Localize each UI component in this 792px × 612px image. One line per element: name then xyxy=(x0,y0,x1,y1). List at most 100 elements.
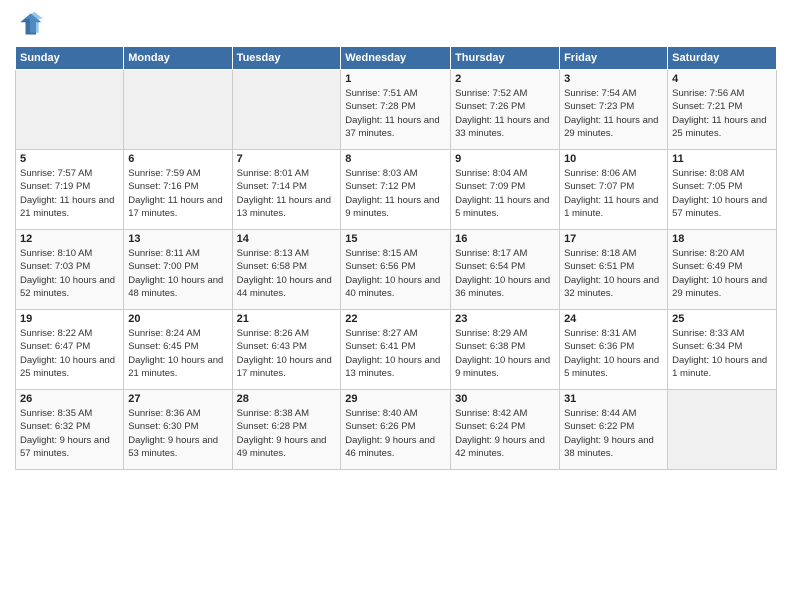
day-of-week-header: Monday xyxy=(124,47,232,70)
day-number: 16 xyxy=(455,233,555,245)
day-number: 24 xyxy=(564,313,663,325)
calendar-day-cell: 22Sunrise: 8:27 AM Sunset: 6:41 PM Dayli… xyxy=(341,310,451,390)
day-info: Sunrise: 8:04 AM Sunset: 7:09 PM Dayligh… xyxy=(455,167,555,220)
day-info: Sunrise: 8:33 AM Sunset: 6:34 PM Dayligh… xyxy=(672,327,772,380)
day-number: 21 xyxy=(237,313,337,325)
day-number: 7 xyxy=(237,153,337,165)
day-number: 12 xyxy=(20,233,119,245)
calendar-week-row: 5 Sunrise: 7:57 AM Sunset: 7:19 PM Daylig… xyxy=(16,150,777,230)
calendar-day-cell xyxy=(16,70,124,150)
day-info: Sunrise: 8:03 AM Sunset: 7:12 PM Dayligh… xyxy=(345,167,446,220)
day-number: 25 xyxy=(672,313,772,325)
day-number: 27 xyxy=(128,393,227,405)
logo-icon xyxy=(15,10,43,38)
calendar-day-cell: 11 Sunrise: 8:08 AM Sunset: 7:05 PM Dayli… xyxy=(668,150,777,230)
calendar-day-cell: 17Sunrise: 8:18 AM Sunset: 6:51 PM Dayli… xyxy=(560,230,668,310)
calendar-day-cell: 5 Sunrise: 7:57 AM Sunset: 7:19 PM Daylig… xyxy=(16,150,124,230)
calendar-day-cell: 8 Sunrise: 8:03 AM Sunset: 7:12 PM Daylig… xyxy=(341,150,451,230)
day-info: Sunrise: 8:31 AM Sunset: 6:36 PM Dayligh… xyxy=(564,327,663,380)
day-info: Sunrise: 8:13 AM Sunset: 6:58 PM Dayligh… xyxy=(237,247,337,300)
calendar-day-cell: 14 Sunrise: 8:13 AM Sunset: 6:58 PM Dayli… xyxy=(232,230,341,310)
day-info: Sunrise: 8:15 AM Sunset: 6:56 PM Dayligh… xyxy=(345,247,446,300)
calendar-day-cell: 7 Sunrise: 8:01 AM Sunset: 7:14 PM Daylig… xyxy=(232,150,341,230)
calendar-day-cell: 10Sunrise: 8:06 AM Sunset: 7:07 PM Dayli… xyxy=(560,150,668,230)
calendar-day-cell xyxy=(124,70,232,150)
day-of-week-header: Wednesday xyxy=(341,47,451,70)
calendar-day-cell: 13 Sunrise: 8:11 AM Sunset: 7:00 PM Dayli… xyxy=(124,230,232,310)
calendar-day-cell: 27Sunrise: 8:36 AM Sunset: 6:30 PM Dayli… xyxy=(124,390,232,470)
day-number: 28 xyxy=(237,393,337,405)
header-row: SundayMondayTuesdayWednesdayThursdayFrid… xyxy=(16,47,777,70)
day-info: Sunrise: 8:24 AM Sunset: 6:45 PM Dayligh… xyxy=(128,327,227,380)
day-number: 6 xyxy=(128,153,227,165)
calendar-day-cell: 21 Sunrise: 8:26 AM Sunset: 6:43 PM Dayli… xyxy=(232,310,341,390)
day-info: Sunrise: 8:06 AM Sunset: 7:07 PM Dayligh… xyxy=(564,167,663,220)
calendar-day-cell xyxy=(232,70,341,150)
day-info: Sunrise: 8:35 AM Sunset: 6:32 PM Dayligh… xyxy=(20,407,119,460)
calendar-day-cell: 15 Sunrise: 8:15 AM Sunset: 6:56 PM Dayli… xyxy=(341,230,451,310)
calendar-day-cell: 1Sunrise: 7:51 AM Sunset: 7:28 PM Daylig… xyxy=(341,70,451,150)
day-of-week-header: Thursday xyxy=(451,47,560,70)
day-info: Sunrise: 8:10 AM Sunset: 7:03 PM Dayligh… xyxy=(20,247,119,300)
calendar-day-cell: 20 Sunrise: 8:24 AM Sunset: 6:45 PM Dayli… xyxy=(124,310,232,390)
day-of-week-header: Saturday xyxy=(668,47,777,70)
day-info: Sunrise: 7:57 AM Sunset: 7:19 PM Dayligh… xyxy=(20,167,119,220)
day-number: 20 xyxy=(128,313,227,325)
day-info: Sunrise: 8:42 AM Sunset: 6:24 PM Dayligh… xyxy=(455,407,555,460)
page-container: SundayMondayTuesdayWednesdayThursdayFrid… xyxy=(0,0,792,612)
calendar-day-cell: 4 Sunrise: 7:56 AM Sunset: 7:21 PM Daylig… xyxy=(668,70,777,150)
day-of-week-header: Friday xyxy=(560,47,668,70)
calendar-day-cell: 3 Sunrise: 7:54 AM Sunset: 7:23 PM Daylig… xyxy=(560,70,668,150)
day-number: 8 xyxy=(345,153,446,165)
day-number: 3 xyxy=(564,73,663,85)
day-number: 15 xyxy=(345,233,446,245)
day-info: Sunrise: 7:59 AM Sunset: 7:16 PM Dayligh… xyxy=(128,167,227,220)
day-info: Sunrise: 8:20 AM Sunset: 6:49 PM Dayligh… xyxy=(672,247,772,300)
day-number: 9 xyxy=(455,153,555,165)
day-info: Sunrise: 8:22 AM Sunset: 6:47 PM Dayligh… xyxy=(20,327,119,380)
day-of-week-header: Sunday xyxy=(16,47,124,70)
day-number: 11 xyxy=(672,153,772,165)
day-info: Sunrise: 8:11 AM Sunset: 7:00 PM Dayligh… xyxy=(128,247,227,300)
calendar-header: SundayMondayTuesdayWednesdayThursdayFrid… xyxy=(16,47,777,70)
day-info: Sunrise: 8:17 AM Sunset: 6:54 PM Dayligh… xyxy=(455,247,555,300)
day-number: 13 xyxy=(128,233,227,245)
day-number: 18 xyxy=(672,233,772,245)
calendar-day-cell: 9 Sunrise: 8:04 AM Sunset: 7:09 PM Daylig… xyxy=(451,150,560,230)
calendar-week-row: 26Sunrise: 8:35 AM Sunset: 6:32 PM Dayli… xyxy=(16,390,777,470)
day-number: 2 xyxy=(455,73,555,85)
calendar-day-cell: 23 Sunrise: 8:29 AM Sunset: 6:38 PM Dayli… xyxy=(451,310,560,390)
calendar-week-row: 19Sunrise: 8:22 AM Sunset: 6:47 PM Dayli… xyxy=(16,310,777,390)
calendar-day-cell: 24 Sunrise: 8:31 AM Sunset: 6:36 PM Dayli… xyxy=(560,310,668,390)
day-info: Sunrise: 8:44 AM Sunset: 6:22 PM Dayligh… xyxy=(564,407,663,460)
calendar-day-cell: 19Sunrise: 8:22 AM Sunset: 6:47 PM Dayli… xyxy=(16,310,124,390)
day-info: Sunrise: 8:29 AM Sunset: 6:38 PM Dayligh… xyxy=(455,327,555,380)
calendar-day-cell: 18 Sunrise: 8:20 AM Sunset: 6:49 PM Dayli… xyxy=(668,230,777,310)
day-of-week-header: Tuesday xyxy=(232,47,341,70)
day-info: Sunrise: 7:56 AM Sunset: 7:21 PM Dayligh… xyxy=(672,87,772,140)
calendar-body: 1Sunrise: 7:51 AM Sunset: 7:28 PM Daylig… xyxy=(16,70,777,470)
day-info: Sunrise: 8:26 AM Sunset: 6:43 PM Dayligh… xyxy=(237,327,337,380)
header xyxy=(15,10,777,38)
logo xyxy=(15,10,47,38)
calendar-day-cell: 2 Sunrise: 7:52 AM Sunset: 7:26 PM Daylig… xyxy=(451,70,560,150)
day-info: Sunrise: 8:08 AM Sunset: 7:05 PM Dayligh… xyxy=(672,167,772,220)
day-number: 4 xyxy=(672,73,772,85)
calendar-day-cell: 26Sunrise: 8:35 AM Sunset: 6:32 PM Dayli… xyxy=(16,390,124,470)
calendar-day-cell: 31Sunrise: 8:44 AM Sunset: 6:22 PM Dayli… xyxy=(560,390,668,470)
day-info: Sunrise: 7:54 AM Sunset: 7:23 PM Dayligh… xyxy=(564,87,663,140)
day-info: Sunrise: 8:18 AM Sunset: 6:51 PM Dayligh… xyxy=(564,247,663,300)
calendar-day-cell: 6 Sunrise: 7:59 AM Sunset: 7:16 PM Daylig… xyxy=(124,150,232,230)
calendar-table: SundayMondayTuesdayWednesdayThursdayFrid… xyxy=(15,46,777,470)
day-number: 29 xyxy=(345,393,446,405)
day-number: 23 xyxy=(455,313,555,325)
day-number: 5 xyxy=(20,153,119,165)
day-number: 14 xyxy=(237,233,337,245)
calendar-week-row: 1Sunrise: 7:51 AM Sunset: 7:28 PM Daylig… xyxy=(16,70,777,150)
day-info: Sunrise: 7:51 AM Sunset: 7:28 PM Dayligh… xyxy=(345,87,446,140)
calendar-day-cell: 12 Sunrise: 8:10 AM Sunset: 7:03 PM Dayli… xyxy=(16,230,124,310)
calendar-day-cell: 25 Sunrise: 8:33 AM Sunset: 6:34 PM Dayli… xyxy=(668,310,777,390)
calendar-day-cell xyxy=(668,390,777,470)
day-info: Sunrise: 7:52 AM Sunset: 7:26 PM Dayligh… xyxy=(455,87,555,140)
day-info: Sunrise: 8:01 AM Sunset: 7:14 PM Dayligh… xyxy=(237,167,337,220)
